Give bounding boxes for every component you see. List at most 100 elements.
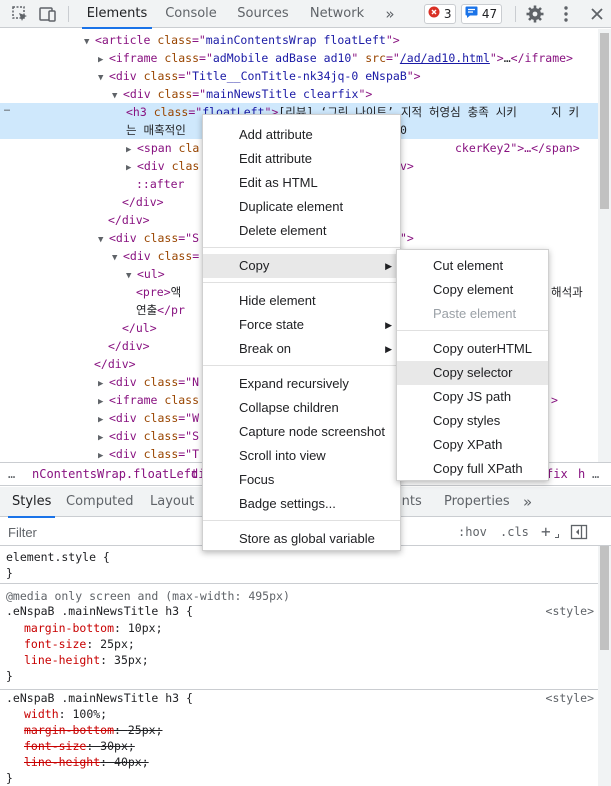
element-style-selector[interactable]: element.style { xyxy=(6,549,110,565)
css-declaration[interactable]: line-height: 40px; xyxy=(24,754,149,770)
tab-computed[interactable]: Computed xyxy=(66,487,134,517)
rule-selector[interactable]: .eNspaB .mainNewsTitle h3 { xyxy=(6,603,193,619)
css-property-name[interactable]: font-size xyxy=(24,739,86,753)
css-colon: : xyxy=(100,653,115,667)
menu-item-copy[interactable]: Copy ▶ xyxy=(203,254,400,278)
node-token: cla xyxy=(178,141,200,155)
tab-styles[interactable]: Styles xyxy=(7,487,56,518)
tree-scrollbar[interactable] xyxy=(598,29,611,462)
rule-source-link[interactable]: <style> xyxy=(546,603,594,619)
menu-item-store-as-global-variable[interactable]: Store as global variable xyxy=(203,527,400,551)
menu-item-edit-attribute[interactable]: Edit attribute xyxy=(203,147,400,171)
styles-scrollbar[interactable] xyxy=(598,546,611,786)
node-token: <article xyxy=(95,33,158,47)
css-property-name[interactable]: width xyxy=(24,707,59,721)
rule-close-brace: } xyxy=(6,771,13,785)
menu-separator xyxy=(397,330,548,331)
menu-item-add-attribute[interactable]: Add attribute xyxy=(203,123,400,147)
rule-close-brace: } xyxy=(6,669,13,683)
menu-item-break-on[interactable]: Break on ▶ xyxy=(203,337,400,361)
breadcrumb-item[interactable]: h xyxy=(578,463,585,485)
menu-item-copy-xpath[interactable]: Copy XPath xyxy=(397,433,548,457)
message-icon xyxy=(465,5,478,23)
resource-link[interactable]: /ad/ad10.html xyxy=(400,51,490,65)
css-property-value[interactable]: 100%; xyxy=(72,707,107,721)
css-declaration[interactable]: line-height: 35px; xyxy=(24,652,149,668)
css-declaration[interactable]: margin-bottom: 10px; xyxy=(24,620,163,636)
menu-item-edit-as-html[interactable]: Edit as HTML xyxy=(203,171,400,195)
kebab-menu-icon[interactable] xyxy=(556,4,576,24)
tab-sources[interactable]: Sources xyxy=(233,0,293,28)
breadcrumb-more[interactable]: … xyxy=(8,463,15,485)
styles-scrollbar-thumb[interactable] xyxy=(600,546,609,650)
node-token: ="S xyxy=(178,231,200,245)
gear-icon[interactable] xyxy=(525,4,545,24)
css-property-name[interactable]: line-height xyxy=(24,755,100,769)
menu-item-copy-js-path[interactable]: Copy JS path xyxy=(397,385,548,409)
menu-item-duplicate-element[interactable]: Duplicate element xyxy=(203,195,400,219)
breadcrumb-item[interactable]: fix xyxy=(546,463,568,485)
node-token: </div> xyxy=(108,339,150,353)
css-property-value[interactable]: 25px; xyxy=(100,637,135,651)
menu-item-focus[interactable]: Focus xyxy=(203,468,400,492)
class-toggle[interactable]: .cls xyxy=(500,523,529,541)
tab-network[interactable]: Network xyxy=(305,0,369,28)
rule-selector[interactable]: .eNspaB .mainNewsTitle h3 { xyxy=(6,690,193,706)
menu-item-cut-element[interactable]: Cut element xyxy=(397,254,548,278)
device-toggle-icon[interactable] xyxy=(38,4,58,24)
css-declaration[interactable]: font-size: 25px; xyxy=(24,636,135,652)
menu-item-scroll-into-view[interactable]: Scroll into view xyxy=(203,444,400,468)
message-count-badge[interactable]: 47 xyxy=(461,4,503,24)
css-property-value[interactable]: 30px; xyxy=(100,739,135,753)
hover-state-toggle[interactable]: :hov xyxy=(458,523,487,541)
inspect-icon[interactable] xyxy=(10,4,30,24)
close-icon[interactable] xyxy=(587,4,607,24)
more-sidebar-tabs-button[interactable]: » xyxy=(523,487,532,517)
css-property-name[interactable]: line-height xyxy=(24,653,100,667)
menu-item-delete-element[interactable]: Delete element xyxy=(203,219,400,243)
menu-item-collapse-children[interactable]: Collapse children xyxy=(203,396,400,420)
node-token: </ul> xyxy=(122,321,157,335)
menu-item-hide-element[interactable]: Hide element xyxy=(203,289,400,313)
tab-properties[interactable]: Properties xyxy=(444,487,510,517)
tab-elements[interactable]: Elements xyxy=(82,0,152,29)
css-property-value[interactable]: 10px; xyxy=(128,621,163,635)
toggle-sidebar-icon[interactable] xyxy=(570,523,588,544)
node-actions-ellipsis[interactable]: … xyxy=(4,103,10,114)
breadcrumb-item[interactable]: nContentsWrap.floatLeft xyxy=(32,463,198,485)
css-property-value[interactable]: 35px; xyxy=(114,653,149,667)
menu-item-copy-styles[interactable]: Copy styles xyxy=(397,409,548,433)
more-tabs-button[interactable]: » xyxy=(380,0,400,28)
rule-source-link[interactable]: <style> xyxy=(546,690,594,706)
tree-scrollbar-thumb[interactable] xyxy=(600,33,609,209)
dom-tree-node[interactable]: ▼ <div class="mainNewsTitle clearfix"> xyxy=(0,85,598,103)
css-property-name[interactable]: font-size xyxy=(24,637,86,651)
css-declaration[interactable]: width: 100%; xyxy=(24,706,107,722)
expand-triangle-icon[interactable]: ▶ xyxy=(98,447,109,462)
dom-tree-node[interactable]: ▼ <article class="mainContentsWrap floatL… xyxy=(0,31,598,49)
error-count-badge[interactable]: 3 xyxy=(424,4,457,24)
new-style-rule-button[interactable]: + xyxy=(541,523,551,541)
devtools-toolbar: Elements Console Sources Network » 3 47 xyxy=(0,0,611,29)
css-declaration[interactable]: font-size: 30px; xyxy=(24,738,135,754)
css-declaration[interactable]: margin-bottom: 25px; xyxy=(24,722,163,738)
dom-tree-node[interactable]: ▶ <iframe class="adMobile adBase ad10" sr… xyxy=(0,49,598,67)
menu-item-copy-selector[interactable]: Copy selector xyxy=(397,361,548,385)
menu-item-expand-recursively[interactable]: Expand recursively xyxy=(203,372,400,396)
menu-item-badge-settings[interactable]: Badge settings... xyxy=(203,492,400,516)
menu-item-capture-node-screenshot[interactable]: Capture node screenshot xyxy=(203,420,400,444)
tab-console[interactable]: Console xyxy=(160,0,222,28)
menu-item-copy-element[interactable]: Copy element xyxy=(397,278,548,302)
tab-layout[interactable]: Layout xyxy=(150,487,194,517)
css-property-name[interactable]: margin-bottom xyxy=(24,723,114,737)
css-property-name[interactable]: margin-bottom xyxy=(24,621,114,635)
menu-item-copy-full-xpath[interactable]: Copy full XPath xyxy=(397,457,548,481)
menu-item-force-state[interactable]: Force state ▶ xyxy=(203,313,400,337)
breadcrumb-more-end[interactable]: … xyxy=(592,463,599,485)
menu-item-copy-outerhtml[interactable]: Copy outerHTML xyxy=(397,337,548,361)
dom-tree-node-tail: "> xyxy=(400,231,414,245)
dom-tree-node[interactable]: ▼ <div class="Title__ConTitle-nk34jq-0 eN… xyxy=(0,67,598,85)
css-property-value[interactable]: 25px; xyxy=(128,723,163,737)
css-property-value[interactable]: 40px; xyxy=(114,755,149,769)
tab-event-listeners[interactable]: ints xyxy=(398,487,422,517)
